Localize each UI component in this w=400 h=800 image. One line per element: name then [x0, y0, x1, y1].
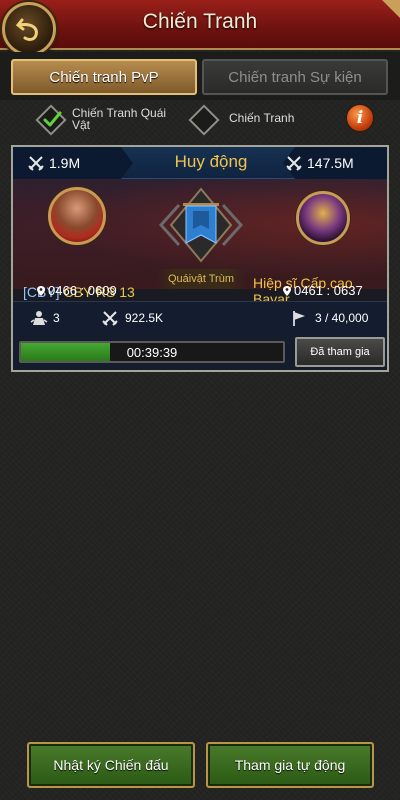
joined-button[interactable]: Đã tham gia — [295, 337, 385, 367]
rally-capacity: 3 / 40,000 — [315, 311, 369, 325]
back-arrow-icon — [15, 18, 38, 41]
battle-log-button[interactable]: Nhật ký Chiến đấu — [27, 742, 195, 788]
auto-join-button[interactable]: Tham gia tự động — [206, 742, 374, 788]
flag-icon — [293, 311, 305, 326]
defender-coords-text: 0461 : 0637 — [294, 283, 363, 298]
crossed-swords-icon — [28, 156, 44, 171]
troop-count-icon — [30, 311, 48, 325]
rally-timer: 00:39:39 — [126, 345, 178, 360]
checkmark-icon — [43, 111, 62, 127]
location-pin-icon — [283, 286, 291, 296]
war-banner-icon — [158, 187, 244, 263]
tab-bar: Chiến tranh PvP Chiến tranh Sự kiện — [0, 52, 400, 100]
attacker-power: 1.9M — [49, 155, 81, 171]
crossed-swords-icon — [286, 156, 302, 171]
corner-ornament-icon — [382, 0, 400, 18]
battle-area: Quáivật Trùm [CBY] CBY RS 13 Hiệp sĩ Cấp… — [13, 179, 387, 307]
tab-pvp-war[interactable]: Chiến tranh PvP — [11, 59, 197, 95]
defender-avatar[interactable] — [296, 191, 350, 245]
timer-row: 00:39:39 Đã tham gia — [13, 335, 387, 370]
crossed-swords-icon — [102, 311, 118, 326]
stats-row: 3 922.5K 3 / 40,000 — [13, 301, 387, 335]
filter-war-label: Chiến Tranh — [229, 111, 295, 125]
mobilize-title: Huy động — [174, 152, 248, 171]
filter-row: Chiến Tranh Quái Vật Chiến Tranh i — [0, 100, 400, 140]
total-troop-power: 922.5K — [125, 311, 164, 325]
attacker-coords-text: 0466 : 0609 — [48, 283, 117, 298]
attacker-avatar[interactable] — [48, 187, 106, 245]
war-card[interactable]: 1.9M Huy động 147.5M Quáivật Trùm [CBY] … — [11, 145, 389, 372]
info-button[interactable]: i — [346, 104, 374, 132]
header-bar: Chiến Tranh — [0, 0, 400, 50]
filter-war-checkbox[interactable] — [188, 104, 220, 136]
target-type-label: Quáivật Trùm — [156, 269, 246, 289]
page-title: Chiến Tranh — [142, 10, 258, 33]
filter-monster-war-label: Chiến Tranh Quái Vật — [72, 106, 167, 132]
tab-event-war[interactable]: Chiến tranh Sự kiện — [202, 59, 388, 95]
defender-power: 147.5M — [307, 155, 354, 171]
defender-coords[interactable]: 0461 : 0637 — [283, 283, 363, 298]
participant-count: 3 — [53, 311, 60, 325]
location-pin-icon — [37, 286, 45, 296]
mobilize-bar: 1.9M Huy động 147.5M — [13, 147, 387, 179]
rally-progress-bar: 00:39:39 — [19, 341, 285, 363]
attacker-coords[interactable]: 0466 : 0609 — [37, 283, 117, 298]
back-button[interactable] — [2, 2, 56, 56]
